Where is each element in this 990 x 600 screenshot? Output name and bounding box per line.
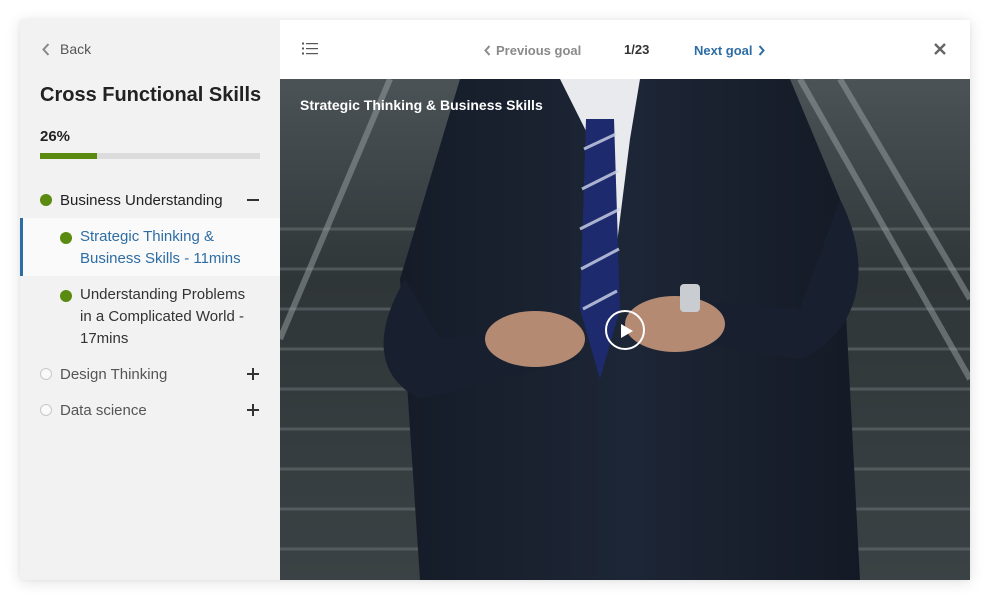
section-label: Data science bbox=[60, 401, 147, 419]
minus-icon[interactable] bbox=[246, 193, 260, 207]
plus-icon[interactable] bbox=[246, 367, 260, 381]
back-button[interactable]: Back bbox=[42, 40, 91, 58]
progress-percent: 26% bbox=[40, 128, 71, 145]
close-icon[interactable] bbox=[934, 43, 946, 55]
section-design-thinking[interactable]: Design Thinking bbox=[20, 356, 280, 392]
previous-goal-label: Previous goal bbox=[496, 42, 582, 58]
section-business-understanding[interactable]: Business Understanding bbox=[20, 182, 280, 218]
progress-bar bbox=[40, 153, 260, 159]
play-icon bbox=[621, 324, 633, 338]
video-player[interactable]: Strategic Thinking & Business Skills bbox=[280, 79, 970, 580]
previous-goal-button[interactable]: Previous goal bbox=[484, 41, 581, 59]
lesson-status-dot bbox=[60, 290, 72, 302]
chevron-right-icon bbox=[758, 44, 765, 56]
section-status-dot bbox=[40, 368, 52, 380]
chevron-left-icon bbox=[484, 44, 491, 56]
lesson-label: Strategic Thinking & Business Skills - 1… bbox=[80, 228, 241, 267]
plus-icon[interactable] bbox=[246, 403, 260, 417]
lesson-status-dot bbox=[60, 232, 72, 244]
list-icon[interactable] bbox=[302, 42, 318, 55]
sidebar: Back Cross Functional Skills 26% Busines… bbox=[20, 20, 280, 580]
video-title: Strategic Thinking & Business Skills bbox=[300, 97, 543, 113]
next-goal-label: Next goal bbox=[694, 42, 753, 58]
next-goal-button[interactable]: Next goal bbox=[694, 41, 765, 59]
goal-counter: 1/23 bbox=[624, 42, 650, 57]
lesson-label: Understanding Problems in a Complicated … bbox=[80, 286, 246, 347]
chevron-left-icon bbox=[42, 42, 50, 56]
section-data-science[interactable]: Data science bbox=[20, 392, 280, 428]
progress-bar-fill bbox=[40, 153, 98, 159]
section-status-dot bbox=[40, 194, 52, 206]
section-status-dot bbox=[40, 404, 52, 416]
player-card: Back Cross Functional Skills 26% Busines… bbox=[20, 20, 970, 580]
play-button[interactable] bbox=[605, 310, 645, 350]
lesson-strategic-thinking[interactable]: Strategic Thinking & Business Skills - 1… bbox=[20, 218, 280, 276]
section-label: Design Thinking bbox=[60, 365, 168, 383]
section-label: Business Understanding bbox=[60, 191, 223, 209]
back-label: Back bbox=[60, 41, 92, 57]
lesson-understanding-problems[interactable]: Understanding Problems in a Complicated … bbox=[20, 276, 280, 352]
course-title: Cross Functional Skills bbox=[40, 84, 262, 106]
goal-navigation-bar: Previous goal 1/23 Next goal bbox=[280, 20, 970, 79]
